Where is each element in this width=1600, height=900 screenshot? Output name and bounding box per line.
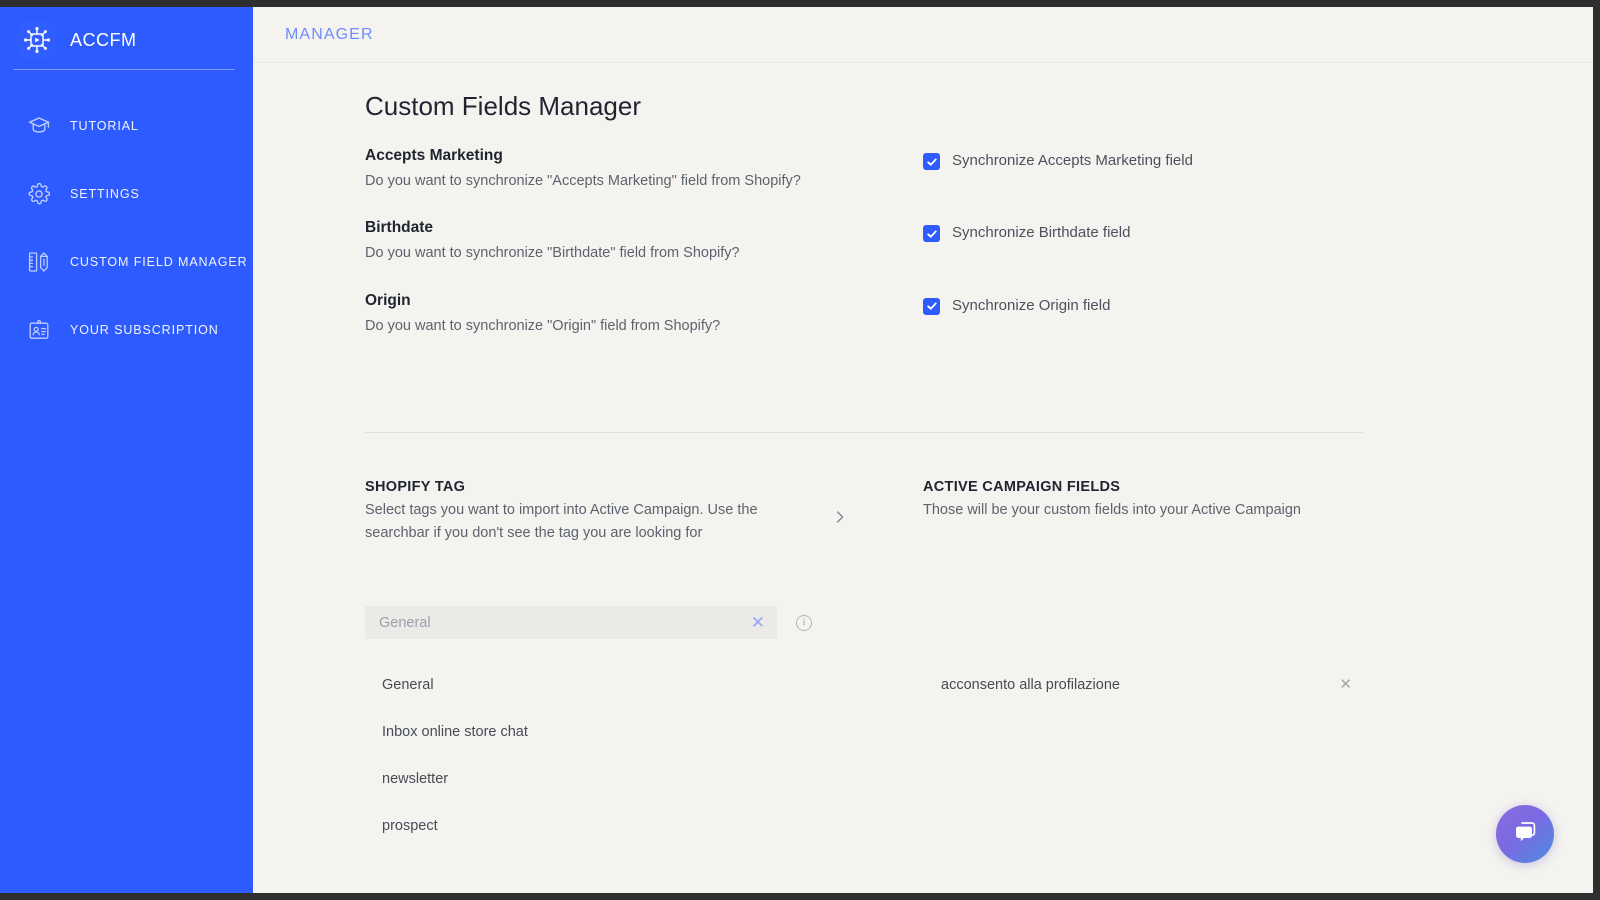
field-info: Birthdate Do you want to synchronize "Bi… <box>365 219 875 265</box>
checkbox-accepts-marketing[interactable] <box>923 153 940 170</box>
search-input[interactable] <box>379 614 747 631</box>
active-campaign-title: ACTIVE CAMPAIGN FIELDS <box>923 479 1121 495</box>
active-campaign-field-label: acconsento alla profilazione <box>941 676 1120 693</box>
sidebar-item-label: YOUR SUBSCRIPTION <box>70 323 219 337</box>
list-item[interactable]: prospect <box>365 802 805 849</box>
sidebar-item-custom-field-manager[interactable]: CUSTOM FIELD MANAGER <box>0 228 253 296</box>
sidebar-item-tutorial[interactable]: TUTORIAL <box>0 92 253 160</box>
section-divider <box>365 432 1363 433</box>
column-headers: SHOPIFY TAG Select tags you want to impo… <box>365 479 1375 546</box>
ruler-pencil-icon <box>26 249 52 275</box>
search-box[interactable]: ✕ <box>365 606 777 639</box>
info-circle-icon[interactable]: i <box>796 614 812 631</box>
field-row-origin: Origin Do you want to synchronize "Origi… <box>365 292 1375 338</box>
chip-play-icon <box>18 21 56 59</box>
main-content: Custom Fields Manager Accepts Marketing … <box>253 63 1593 893</box>
field-info: Accepts Marketing Do you want to synchro… <box>365 147 875 193</box>
field-description: Do you want to synchronize "Accepts Mark… <box>365 173 801 189</box>
field-name: Birthdate <box>365 219 434 237</box>
browser-chrome-top <box>0 0 1600 7</box>
chat-bubble-icon <box>1510 817 1540 852</box>
field-description: Do you want to synchronize "Birthdate" f… <box>365 245 740 262</box>
close-icon[interactable]: ✕ <box>1334 674 1357 695</box>
chevron-right-icon[interactable] <box>832 509 848 525</box>
field-control: Synchronize Origin field <box>875 292 1375 338</box>
app-window: ACCFM TUTORIAL SETTINGS CUSTOM FIELD MAN… <box>0 0 1600 900</box>
shopify-tag-column: SHOPIFY TAG Select tags you want to impo… <box>365 479 875 546</box>
checkbox-label: Synchronize Birthdate field <box>952 224 1131 242</box>
breadcrumb: MANAGER <box>285 25 374 43</box>
field-control: Synchronize Birthdate field <box>875 219 1375 265</box>
chat-widget-button[interactable] <box>1496 805 1554 863</box>
sidebar: ACCFM TUTORIAL SETTINGS CUSTOM FIELD MAN… <box>0 7 253 893</box>
field-control: Synchronize Accepts Marketing field <box>875 147 1375 193</box>
sidebar-item-settings[interactable]: SETTINGS <box>0 160 253 228</box>
sidebar-item-label: TUTORIAL <box>70 119 139 133</box>
close-icon[interactable]: ✕ <box>747 612 769 633</box>
list-item[interactable]: newsletter <box>365 755 805 802</box>
field-info: Origin Do you want to synchronize "Origi… <box>365 292 875 338</box>
shopify-tag-list: General Inbox online store chat newslett… <box>365 661 805 849</box>
list-item: acconsento alla profilazione ✕ <box>923 661 1375 708</box>
browser-chrome-right <box>1593 0 1600 900</box>
brand[interactable]: ACCFM <box>0 7 253 59</box>
browser-chrome-bottom <box>0 893 1600 900</box>
field-name: Origin <box>365 291 411 309</box>
active-campaign-description: Those will be your custom fields into yo… <box>923 502 1301 518</box>
sidebar-item-label: CUSTOM FIELD MANAGER <box>70 255 248 269</box>
fields-section: Accepts Marketing Do you want to synchro… <box>365 147 1375 364</box>
sidebar-item-your-subscription[interactable]: YOUR SUBSCRIPTION <box>0 296 253 364</box>
field-row-accepts-marketing: Accepts Marketing Do you want to synchro… <box>365 147 1375 193</box>
page-title: Custom Fields Manager <box>365 91 641 121</box>
checkbox-birthdate[interactable] <box>923 225 940 243</box>
sidebar-nav: TUTORIAL SETTINGS CUSTOM FIELD MANAGER Y… <box>0 92 253 364</box>
field-name: Accepts Marketing <box>365 147 503 164</box>
sidebar-divider <box>13 69 235 70</box>
graduation-cap-icon <box>26 113 52 139</box>
shopify-tag-title: SHOPIFY TAG <box>365 479 466 495</box>
sidebar-item-label: SETTINGS <box>70 187 140 201</box>
brand-name: ACCFM <box>70 29 137 50</box>
active-campaign-column: ACTIVE CAMPAIGN FIELDS Those will be you… <box>875 479 1375 546</box>
shopify-tag-description: Select tags you want to import into Acti… <box>365 502 758 542</box>
checkbox-label: Synchronize Origin field <box>952 296 1111 314</box>
id-badge-icon <box>26 317 52 343</box>
field-description: Do you want to synchronize "Origin" fiel… <box>365 317 721 334</box>
gear-icon <box>26 181 52 207</box>
checkbox-label: Synchronize Accepts Marketing field <box>952 152 1193 169</box>
tag-mapping-section: SHOPIFY TAG Select tags you want to impo… <box>365 479 1375 834</box>
tag-search: ✕ i <box>365 606 812 639</box>
active-campaign-field-list: acconsento alla profilazione ✕ <box>923 661 1375 708</box>
top-header: MANAGER <box>253 7 1593 63</box>
list-item[interactable]: Inbox online store chat <box>365 708 805 755</box>
field-row-birthdate: Birthdate Do you want to synchronize "Bi… <box>365 219 1375 265</box>
checkbox-origin[interactable] <box>923 297 940 315</box>
list-item[interactable]: General <box>365 661 805 708</box>
